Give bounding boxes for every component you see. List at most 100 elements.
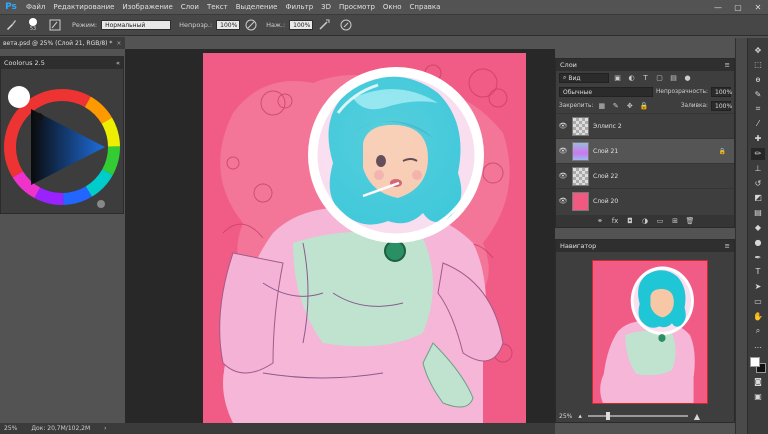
quick-mask-icon[interactable]: ◙ <box>751 376 765 388</box>
filter-toggle-icon[interactable]: ● <box>682 73 693 83</box>
menu-3d[interactable]: 3D <box>317 3 335 11</box>
lock-all-icon[interactable]: 🔒 <box>638 101 649 111</box>
lock-transparency-icon[interactable]: ▦ <box>596 101 607 111</box>
zoom-slider[interactable] <box>587 412 688 420</box>
maximize-button[interactable]: ▢ <box>728 0 748 14</box>
color-swatches[interactable] <box>750 356 766 373</box>
pen-icon[interactable]: ✒ <box>751 251 765 263</box>
path-select-icon[interactable]: ➤ <box>751 281 765 293</box>
filter-shape-icon[interactable]: ▢ <box>654 73 665 83</box>
zoom-slider-handle[interactable] <box>605 412 610 420</box>
rectangle-icon[interactable]: ▭ <box>751 296 765 308</box>
layer-row[interactable]: 👁 Слой 20 <box>556 188 734 213</box>
visibility-eye-icon[interactable]: 👁 <box>556 172 570 180</box>
navigator-tab[interactable]: Навигатор ≡ <box>556 240 734 252</box>
link-icon[interactable]: ⚭ <box>595 216 606 226</box>
menu-layers[interactable]: Слои <box>177 3 203 11</box>
layer-name[interactable]: Эллипс 2 <box>593 123 622 130</box>
filter-adjust-icon[interactable]: ◐ <box>626 73 637 83</box>
menu-filter[interactable]: Фильтр <box>281 3 317 11</box>
color-wheel[interactable] <box>1 69 123 214</box>
status-arrow-icon[interactable]: › <box>104 425 106 432</box>
adjustment-icon[interactable]: ◑ <box>640 216 651 226</box>
menu-window[interactable]: Окно <box>379 3 406 11</box>
menu-file[interactable]: Файл <box>22 3 49 11</box>
fill-field[interactable]: 100% <box>711 101 732 111</box>
layer-row-selected[interactable]: 👁 Слой 21 🔒 <box>556 138 734 163</box>
opacity-field[interactable]: 100% <box>216 20 241 30</box>
layer-name[interactable]: Слой 22 <box>593 173 618 180</box>
collapse-icon[interactable]: « <box>116 59 120 67</box>
doc-size: Док: 20,7M/102,2M <box>31 425 91 432</box>
coolorus-header[interactable]: Coolorus 2.5 « <box>1 57 123 69</box>
lock-position-icon[interactable]: ✥ <box>624 101 635 111</box>
flow-field[interactable]: 100% <box>289 20 314 30</box>
lasso-icon[interactable]: ɵ <box>751 74 765 86</box>
mode-select[interactable]: Нормальный <box>101 20 172 30</box>
panel-menu-icon[interactable]: ≡ <box>725 61 730 69</box>
visibility-eye-icon[interactable]: 👁 <box>556 197 570 205</box>
blur-icon[interactable]: ◆ <box>751 222 765 234</box>
layer-opacity-field[interactable]: 100% <box>711 87 732 97</box>
menu-help[interactable]: Справка <box>406 3 445 11</box>
brush-icon[interactable]: ✏ <box>751 147 765 160</box>
brush-panel-icon[interactable] <box>48 18 62 32</box>
filter-smart-icon[interactable]: ▤ <box>668 73 679 83</box>
menu-edit[interactable]: Редактирование <box>49 3 118 11</box>
crop-icon[interactable]: ⌗ <box>751 103 765 115</box>
fx-icon[interactable]: fx <box>610 216 621 226</box>
foreground-color-swatch[interactable] <box>750 356 760 367</box>
eraser-icon[interactable]: ◩ <box>751 192 765 204</box>
layer-row[interactable]: 👁 Эллипс 2 <box>556 113 734 138</box>
brush-tool-icon[interactable] <box>4 18 18 32</box>
pressure-opacity-icon[interactable] <box>244 18 258 32</box>
move-icon[interactable]: ✥ <box>751 44 765 56</box>
healing-icon[interactable]: ✚ <box>751 133 765 145</box>
eyedropper-icon[interactable]: ⁄ <box>751 118 765 130</box>
navigator-zoom[interactable]: 25% <box>559 413 572 420</box>
menu-type[interactable]: Текст <box>203 3 232 11</box>
pressure-size-icon[interactable] <box>339 18 353 32</box>
stamp-icon[interactable]: ⊥ <box>751 162 765 174</box>
zoom-in-icon[interactable]: ▲ <box>694 412 700 421</box>
panel-menu-icon[interactable]: ≡ <box>725 242 730 250</box>
more-icon[interactable]: … <box>751 340 765 352</box>
mask-icon[interactable]: ◘ <box>625 216 636 226</box>
menu-view[interactable]: Просмотр <box>335 3 379 11</box>
airbrush-icon[interactable] <box>317 18 331 32</box>
zoom-out-icon[interactable]: ▴ <box>578 412 582 420</box>
menu-image[interactable]: Изображение <box>118 3 176 11</box>
layer-name[interactable]: Слой 21 <box>593 148 618 155</box>
layer-filter-select[interactable]: ⌕ Вид <box>559 73 609 83</box>
minimize-button[interactable]: — <box>708 0 728 14</box>
history-brush-icon[interactable]: ↺ <box>751 177 765 189</box>
document-tab[interactable]: вета.psd @ 25% (Слой 21, RGB/8) * × <box>0 37 125 49</box>
close-tab-icon[interactable]: × <box>116 40 121 47</box>
trash-icon[interactable]: 🗑 <box>685 216 696 226</box>
brush-preset-dropdown[interactable]: 53 <box>22 18 44 32</box>
screen-mode-icon[interactable]: ▣ <box>751 390 765 402</box>
marquee-icon[interactable]: ⬚ <box>751 59 765 71</box>
layers-tab[interactable]: Слои ≡ <box>556 59 734 71</box>
visibility-eye-icon[interactable]: 👁 <box>556 147 570 155</box>
folder-icon[interactable]: ▭ <box>655 216 666 226</box>
filter-pixel-icon[interactable]: ▣ <box>612 73 623 83</box>
lock-pixels-icon[interactable]: ✎ <box>610 101 621 111</box>
dodge-icon[interactable]: ● <box>751 236 765 248</box>
close-button[interactable]: ✕ <box>748 0 768 14</box>
menu-select[interactable]: Выделение <box>232 3 282 11</box>
layer-row[interactable]: 👁 Слой 22 <box>556 163 734 188</box>
layer-name[interactable]: Слой 20 <box>593 198 618 205</box>
filter-type-icon[interactable]: T <box>640 73 651 83</box>
new-layer-icon[interactable]: ⊞ <box>670 216 681 226</box>
zoom-icon[interactable]: ⌕ <box>751 325 765 337</box>
blend-mode-select[interactable]: Обычные <box>559 87 654 97</box>
hand-icon[interactable]: ✋ <box>751 310 765 322</box>
artwork-canvas[interactable] <box>203 53 526 423</box>
zoom-level[interactable]: 25% <box>4 425 17 432</box>
quick-select-icon[interactable]: ✎ <box>751 88 765 100</box>
gradient-icon[interactable]: ▤ <box>751 207 765 219</box>
type-icon[interactable]: T <box>751 266 765 278</box>
navigator-preview[interactable] <box>592 260 708 404</box>
visibility-eye-icon[interactable]: 👁 <box>556 122 570 130</box>
